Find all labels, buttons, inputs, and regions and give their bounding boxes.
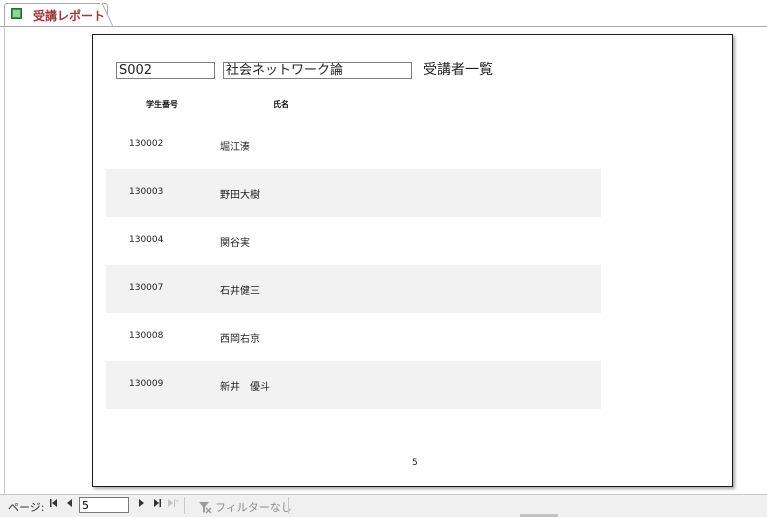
student-row: 130003 野田大樹 [106,169,601,217]
nav-separator [184,497,185,514]
student-id-cell: 130008 [129,331,164,341]
student-id-cell: 130003 [129,187,164,197]
previous-page-icon[interactable] [63,498,77,513]
course-code-field: S002 [116,62,215,79]
student-row: 130009 新井 優斗 [106,361,601,409]
student-row: 130004 関谷実 [106,217,601,265]
next-page-icon[interactable] [134,498,148,513]
student-name-cell: 石井健三 [220,286,260,297]
filter-status-label[interactable]: フィルターなし [215,499,292,515]
document-tab-bar: 受講レポート [0,0,767,28]
report-title-suffix: 受講者一覧 [423,62,493,78]
student-name-cell: 野田大樹 [220,190,260,201]
record-navigation-bar: ページ: * フィルターなし [0,494,767,517]
student-name-cell: 西岡右京 [220,334,260,345]
last-page-icon[interactable] [150,498,164,513]
first-page-icon[interactable] [47,498,61,513]
course-name-field: 社会ネットワーク論 [223,62,412,79]
report-page: S002 社会ネットワーク論 受講者一覧 学生番号 氏名 130002 堀江湊 … [92,34,733,487]
report-icon [11,8,22,19]
student-row: 130007 石井健三 [106,265,601,313]
column-header-name: 氏名 [273,100,289,109]
student-row: 130008 西岡右京 [106,313,601,361]
svg-text:*: * [176,499,179,506]
student-list: 130002 堀江湊 130003 野田大樹 130004 関谷実 130007… [106,121,601,409]
column-header-student-id: 学生番号 [146,100,178,109]
new-record-icon: * [166,498,180,513]
student-id-cell: 130004 [129,235,164,245]
page-number: 5 [412,458,418,468]
report-tab-label: 受講レポート [33,9,106,23]
nav-separator [288,497,289,514]
student-name-cell: 関谷実 [220,238,250,249]
workspace-left-border [4,27,5,494]
student-id-cell: 130007 [129,283,164,293]
student-id-cell: 130002 [129,139,164,149]
student-row: 130002 堀江湊 [106,121,601,169]
page-label: ページ: [8,501,45,514]
student-name-cell: 新井 優斗 [220,382,270,393]
student-id-cell: 130009 [129,379,164,389]
student-name-cell: 堀江湊 [220,142,250,153]
current-page-input[interactable] [79,497,129,513]
no-filter-icon[interactable] [198,499,212,514]
